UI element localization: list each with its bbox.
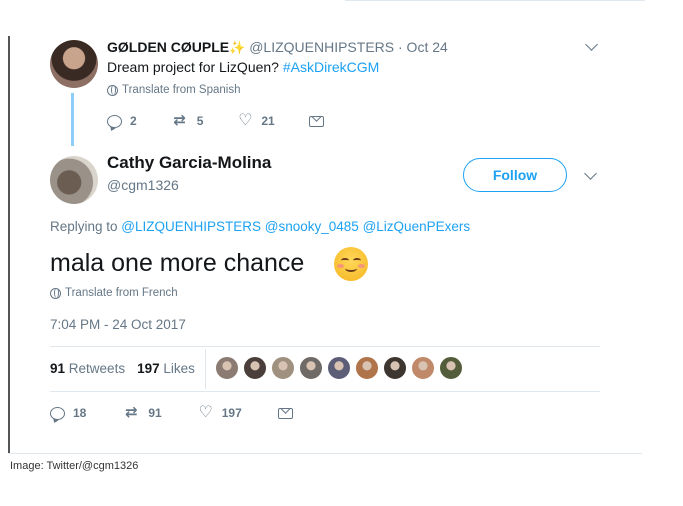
like-count: 197 [221, 406, 242, 420]
tweet2-display-name[interactable]: Cathy Garcia-Molina [107, 153, 271, 173]
tweet1-body: Dream project for LizQuen? [107, 59, 283, 75]
tweet2-text: mala one more chance [50, 249, 305, 277]
retweets-stat-label: Retweets [68, 361, 126, 376]
stats-top-divider [50, 346, 600, 347]
reply-button[interactable]: 18 [50, 406, 86, 420]
hashtag-link[interactable]: #AskDirekCGM [283, 59, 379, 75]
reply-button[interactable]: 2 [107, 114, 137, 128]
mention-link[interactable]: @snooky_0485 [265, 219, 359, 234]
tweet2-handle[interactable]: @cgm1326 [107, 177, 179, 193]
replying-prefix: Replying to [50, 219, 122, 234]
translate-link-spanish[interactable]: Translate from Spanish [107, 84, 240, 96]
liker-avatar[interactable] [215, 356, 239, 380]
replying-to: Replying to @LIZQUENHIPSTERS @snooky_048… [50, 219, 470, 234]
message-button[interactable] [277, 407, 293, 419]
likes-stat-count: 197 [137, 361, 160, 376]
heart-icon: ♡ [198, 404, 213, 421]
liker-avatar[interactable] [327, 356, 351, 380]
tweet1-display-name[interactable]: GØLDEN CØUPLE [107, 39, 229, 55]
liker-avatar[interactable] [299, 356, 323, 380]
likes-stat[interactable]: 197 Likes [137, 361, 195, 376]
reply-count: 18 [73, 406, 87, 420]
liker-avatar[interactable] [383, 356, 407, 380]
stats-divider [205, 349, 206, 389]
top-divider [345, 0, 645, 1]
image-caption: Image: Twitter/@cgm1326 [10, 460, 139, 472]
avatar-golden-couple[interactable] [50, 40, 98, 88]
likes-stat-label: Likes [163, 361, 195, 376]
globe-icon [107, 84, 118, 96]
liker-avatars [215, 356, 463, 380]
tweet1-date[interactable]: · Oct 24 [398, 39, 448, 55]
translate-link-french[interactable]: Translate from French [50, 287, 178, 299]
card-bottom-divider [8, 453, 642, 454]
envelope-icon [277, 407, 293, 419]
liker-avatar[interactable] [439, 356, 463, 380]
follow-button[interactable]: Follow [463, 158, 567, 192]
message-button[interactable] [308, 115, 324, 127]
like-count: 21 [261, 114, 275, 128]
heart-icon: ♡ [238, 112, 253, 129]
tweet1-text: Dream project for LizQuen? #AskDirekCGM [107, 59, 379, 75]
avatar-cathy-garcia-molina[interactable] [50, 156, 98, 204]
translate-label: Translate from Spanish [122, 84, 241, 96]
globe-icon [50, 287, 61, 299]
reply-icon [107, 114, 122, 128]
liker-avatar[interactable] [355, 356, 379, 380]
mention-link[interactable]: @LIZQUENHIPSTERS [121, 219, 261, 234]
liker-avatar[interactable] [243, 356, 267, 380]
tweet2-stats: 91 Retweets 197 Likes [50, 361, 195, 376]
mention-link[interactable]: @LizQuenPExers [363, 219, 471, 234]
retweet-button[interactable]: ⇄ 91 [122, 404, 162, 421]
tweet1-actions: 2 ⇄ 5 ♡ 21 [107, 112, 358, 129]
stats-bottom-divider [50, 391, 600, 392]
tweet2-actions: 18 ⇄ 91 ♡ 197 [50, 404, 329, 421]
retweet-count: 5 [196, 114, 204, 128]
retweet-icon: ⇄ [125, 404, 138, 421]
thread-connector-line [71, 93, 74, 146]
tweet1-handle[interactable]: @LIZQUENHIPSTERS [249, 39, 394, 55]
liker-avatar[interactable] [271, 356, 295, 380]
reply-count: 2 [130, 114, 137, 128]
tweet2-timestamp[interactable]: 7:04 PM - 24 Oct 2017 [50, 317, 186, 332]
like-button[interactable]: ♡ 21 [237, 112, 275, 129]
reply-icon [50, 406, 65, 420]
retweets-stat-count: 91 [50, 361, 66, 376]
liker-avatar[interactable] [411, 356, 435, 380]
retweets-stat[interactable]: 91 Retweets [50, 361, 125, 376]
retweet-count: 91 [148, 406, 162, 420]
blushing-smile-emoji-icon [334, 247, 368, 281]
sparkle-icon: ✨ [229, 40, 246, 55]
like-button[interactable]: ♡ 197 [198, 404, 242, 421]
envelope-icon [308, 115, 324, 127]
retweet-icon: ⇄ [173, 112, 186, 129]
tweet1-header: GØLDEN CØUPLE✨ @LIZQUENHIPSTERS · Oct 24 [107, 39, 448, 56]
translate-label: Translate from French [65, 287, 178, 299]
retweet-button[interactable]: ⇄ 5 [171, 112, 204, 129]
